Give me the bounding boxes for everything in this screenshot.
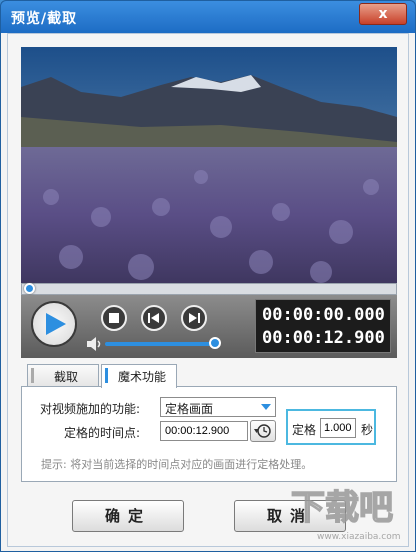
time-display: 00:00:00.000 00:00:12.900	[255, 299, 391, 353]
reset-time-button[interactable]	[250, 420, 276, 442]
dropdown-arrow-icon	[261, 404, 271, 410]
svg-text:www.xiazaiba.com: www.xiazaiba.com	[317, 532, 401, 542]
window-title: 预览/截取	[11, 11, 78, 27]
volume-icon[interactable]	[87, 337, 103, 351]
function-label: 对视频施加的功能:	[40, 402, 141, 416]
svg-text:下载吧: 下载吧	[291, 488, 393, 528]
tab-magic[interactable]: 魔术功能	[101, 364, 177, 388]
timepoint-input[interactable]	[160, 421, 248, 441]
step-forward-icon	[189, 313, 200, 323]
next-frame-button[interactable]	[181, 305, 207, 331]
freeze-duration-input[interactable]	[320, 418, 356, 438]
seek-thumb[interactable]	[24, 283, 35, 294]
prev-frame-button[interactable]	[141, 305, 167, 331]
play-icon	[46, 313, 66, 335]
stop-icon	[109, 313, 119, 323]
ok-button[interactable]: 确定	[72, 500, 184, 532]
preview-dialog: 预览/截取 x 00:00:00.000 00:00:12.900 截取 魔术功…	[0, 0, 416, 552]
reset-clock-icon	[254, 424, 271, 438]
video-preview	[21, 47, 397, 283]
tab-capture[interactable]: 截取	[27, 364, 99, 386]
freeze-label: 定格	[292, 423, 317, 437]
watermark-logo-image: 下载吧 www.xiazaiba.com	[290, 487, 401, 542]
close-button[interactable]: x	[359, 3, 407, 25]
video-frame-image	[21, 47, 397, 283]
dialog-content: 00:00:00.000 00:00:12.900 截取 魔术功能 对视频施加的…	[7, 33, 409, 547]
function-select-value: 定格画面	[165, 402, 214, 416]
stop-button[interactable]	[101, 305, 127, 331]
playback-controls: 00:00:00.000 00:00:12.900	[21, 295, 397, 358]
step-back-icon	[148, 313, 159, 323]
volume-slider[interactable]	[105, 342, 215, 346]
tab-magic-label: 魔术功能	[117, 370, 166, 384]
play-button[interactable]	[31, 301, 77, 347]
watermark-logo: 下载吧 www.xiazaiba.com	[287, 477, 407, 547]
current-time: 00:00:00.000	[262, 305, 385, 325]
hint-text: 提示: 将对当前选择的时间点对应的画面进行定格处理。	[41, 458, 313, 471]
tab-capture-label: 截取	[53, 370, 78, 384]
total-time: 00:00:12.900	[262, 328, 385, 348]
freeze-unit: 秒	[361, 423, 374, 437]
timepoint-label: 定格的时间点:	[64, 426, 141, 440]
title-bar: 预览/截取 x	[1, 1, 415, 33]
function-select[interactable]: 定格画面	[160, 397, 276, 417]
seek-bar[interactable]	[21, 283, 397, 295]
freeze-duration-group: 定格 秒	[286, 409, 376, 445]
volume-thumb[interactable]	[209, 337, 221, 349]
